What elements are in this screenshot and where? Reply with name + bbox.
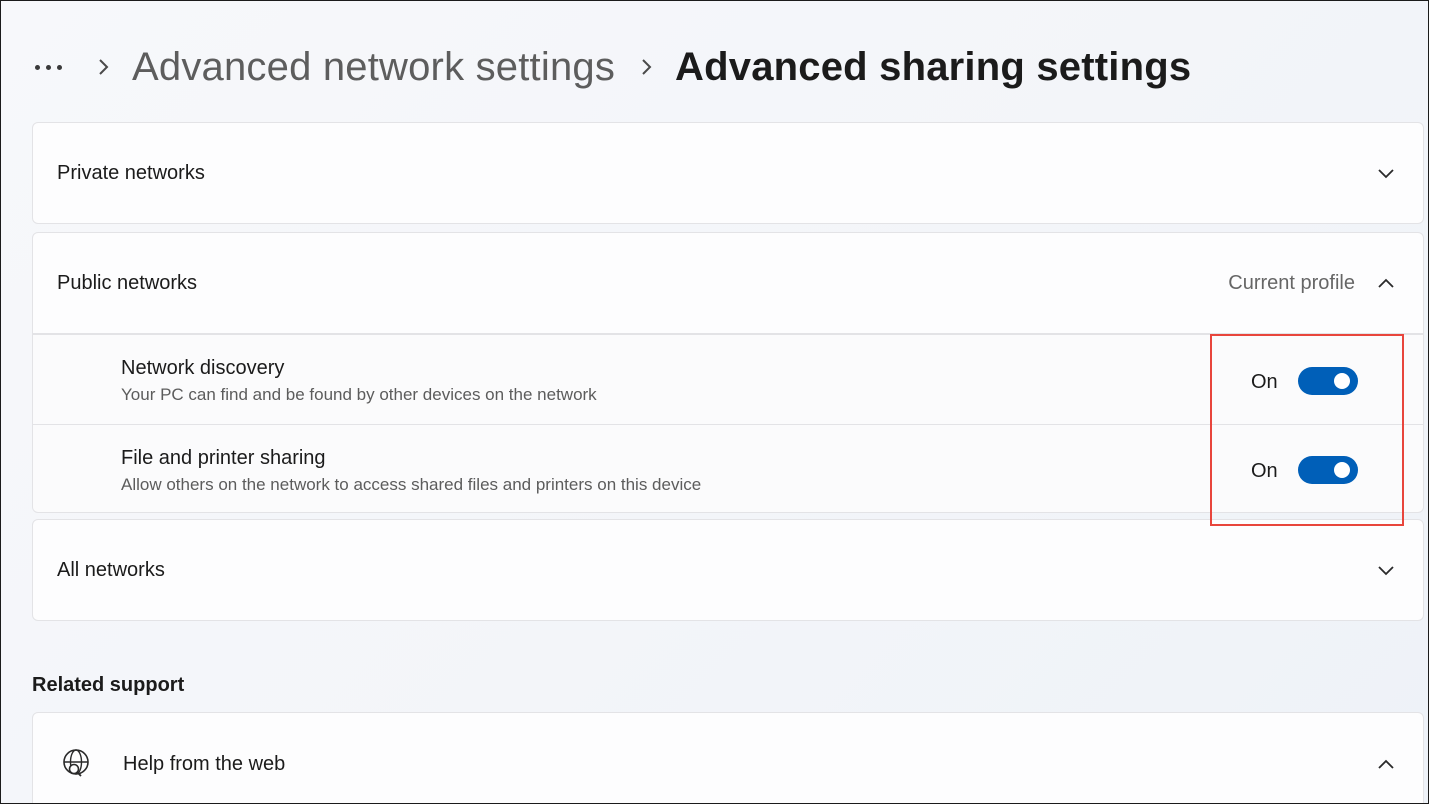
breadcrumb-previous-link[interactable]: Advanced network settings — [132, 45, 615, 90]
breadcrumb: Advanced network settings Advanced shari… — [35, 39, 1191, 95]
chevron-right-icon — [98, 58, 110, 76]
toggle-knob — [1334, 462, 1350, 478]
chevron-right-icon — [641, 58, 653, 76]
all-networks-section[interactable]: All networks — [32, 519, 1424, 621]
network-discovery-setting: Network discovery Your PC can find and b… — [32, 334, 1424, 424]
setting-title: Network discovery — [121, 357, 285, 379]
file-printer-sharing-toggle[interactable] — [1298, 456, 1358, 484]
toggle-state-label: On — [1251, 371, 1278, 393]
network-discovery-toggle[interactable] — [1298, 367, 1358, 395]
help-from-web-title: Help from the web — [123, 752, 286, 775]
setting-title: File and printer sharing — [121, 447, 326, 469]
settings-window: Advanced network settings Advanced shari… — [0, 0, 1429, 804]
chevron-up-icon[interactable] — [1377, 755, 1395, 773]
chevron-down-icon[interactable] — [1377, 164, 1395, 182]
file-printer-sharing-setting: File and printer sharing Allow others on… — [32, 424, 1424, 513]
public-networks-title: Public networks — [57, 271, 198, 294]
all-networks-title: All networks — [57, 558, 165, 581]
current-profile-badge: Current profile — [1228, 271, 1355, 294]
private-networks-section[interactable]: Private networks — [32, 122, 1424, 224]
chevron-down-icon[interactable] — [1377, 561, 1395, 579]
more-dots-icon[interactable] — [35, 64, 62, 70]
setting-description: Your PC can find and be found by other d… — [121, 385, 597, 404]
related-support-heading: Related support — [32, 674, 185, 696]
toggle-knob — [1334, 373, 1350, 389]
toggle-state-label: On — [1251, 460, 1278, 482]
page-title: Advanced sharing settings — [675, 44, 1192, 89]
chevron-up-icon[interactable] — [1377, 274, 1395, 292]
private-networks-title: Private networks — [57, 161, 205, 184]
setting-description: Allow others on the network to access sh… — [121, 475, 702, 494]
public-networks-section[interactable]: Public networks Current profile — [32, 232, 1424, 334]
help-from-web-section[interactable]: Help from the web — [32, 712, 1424, 803]
globe-search-icon — [59, 746, 95, 782]
